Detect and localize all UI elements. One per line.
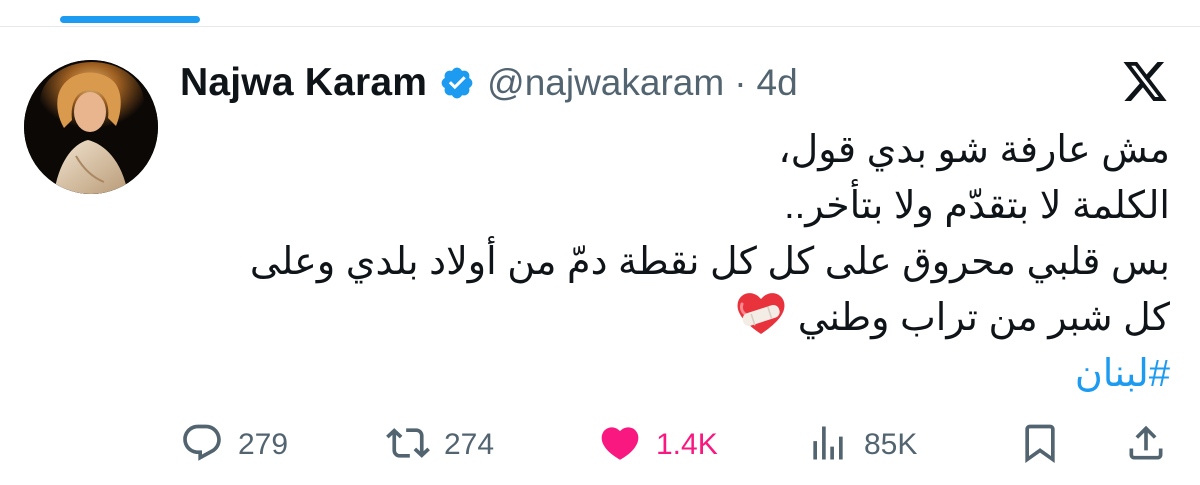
tweet-actions: 279 274 1.4K 85K [180, 420, 1170, 470]
avatar-image [24, 60, 158, 194]
comment-icon [180, 421, 224, 470]
share-button[interactable] [1124, 420, 1168, 470]
bookmark-icon [1018, 421, 1062, 470]
mending-heart-emoji-icon [734, 290, 788, 338]
tweet-line-1: مش عارفة شو بدي قول، [778, 129, 1170, 171]
tweet-line-2: الكلمة لا بتقدّم ولا بتأخر.. [784, 185, 1170, 227]
tweet-text: مش عارفة شو بدي قول، الكلمة لا بتقدّم ول… [180, 122, 1170, 402]
retweet-button[interactable]: 274 [386, 420, 494, 470]
tab-indicator [60, 16, 200, 23]
bookmark-button[interactable] [1018, 420, 1062, 470]
tweet-line-4-wrap: كل شبر من تراب وطني [180, 290, 1170, 346]
retweet-count: 274 [444, 428, 495, 461]
reply-button[interactable]: 279 [180, 420, 288, 470]
author-handle[interactable]: @najwakaram [487, 62, 724, 104]
heart-icon [598, 421, 642, 470]
hashtag-link[interactable]: #لبنان [180, 346, 1170, 402]
tweet-line-3: بس قلبي محروق على كل كل نقطة دمّ من أولا… [249, 241, 1170, 283]
like-count: 1.4K [656, 428, 718, 461]
tweet-header: Najwa Karam @najwakaram · 4d [180, 58, 798, 108]
share-icon [1124, 421, 1168, 470]
timestamp[interactable]: 4d [757, 62, 798, 104]
author-name[interactable]: Najwa Karam [180, 61, 427, 105]
views-button[interactable]: 85K [806, 420, 917, 470]
reply-count: 279 [238, 428, 289, 461]
views-count: 85K [864, 428, 918, 461]
avatar[interactable] [24, 60, 158, 194]
separator-dot: · [734, 62, 747, 103]
retweet-icon [386, 421, 430, 470]
views-icon [806, 421, 850, 470]
verified-badge-icon [439, 65, 475, 101]
tweet-line-4: كل شبر من تراب وطني [797, 297, 1170, 339]
like-button[interactable]: 1.4K [598, 420, 718, 470]
x-logo-icon[interactable] [1120, 62, 1170, 106]
divider [0, 26, 1200, 27]
